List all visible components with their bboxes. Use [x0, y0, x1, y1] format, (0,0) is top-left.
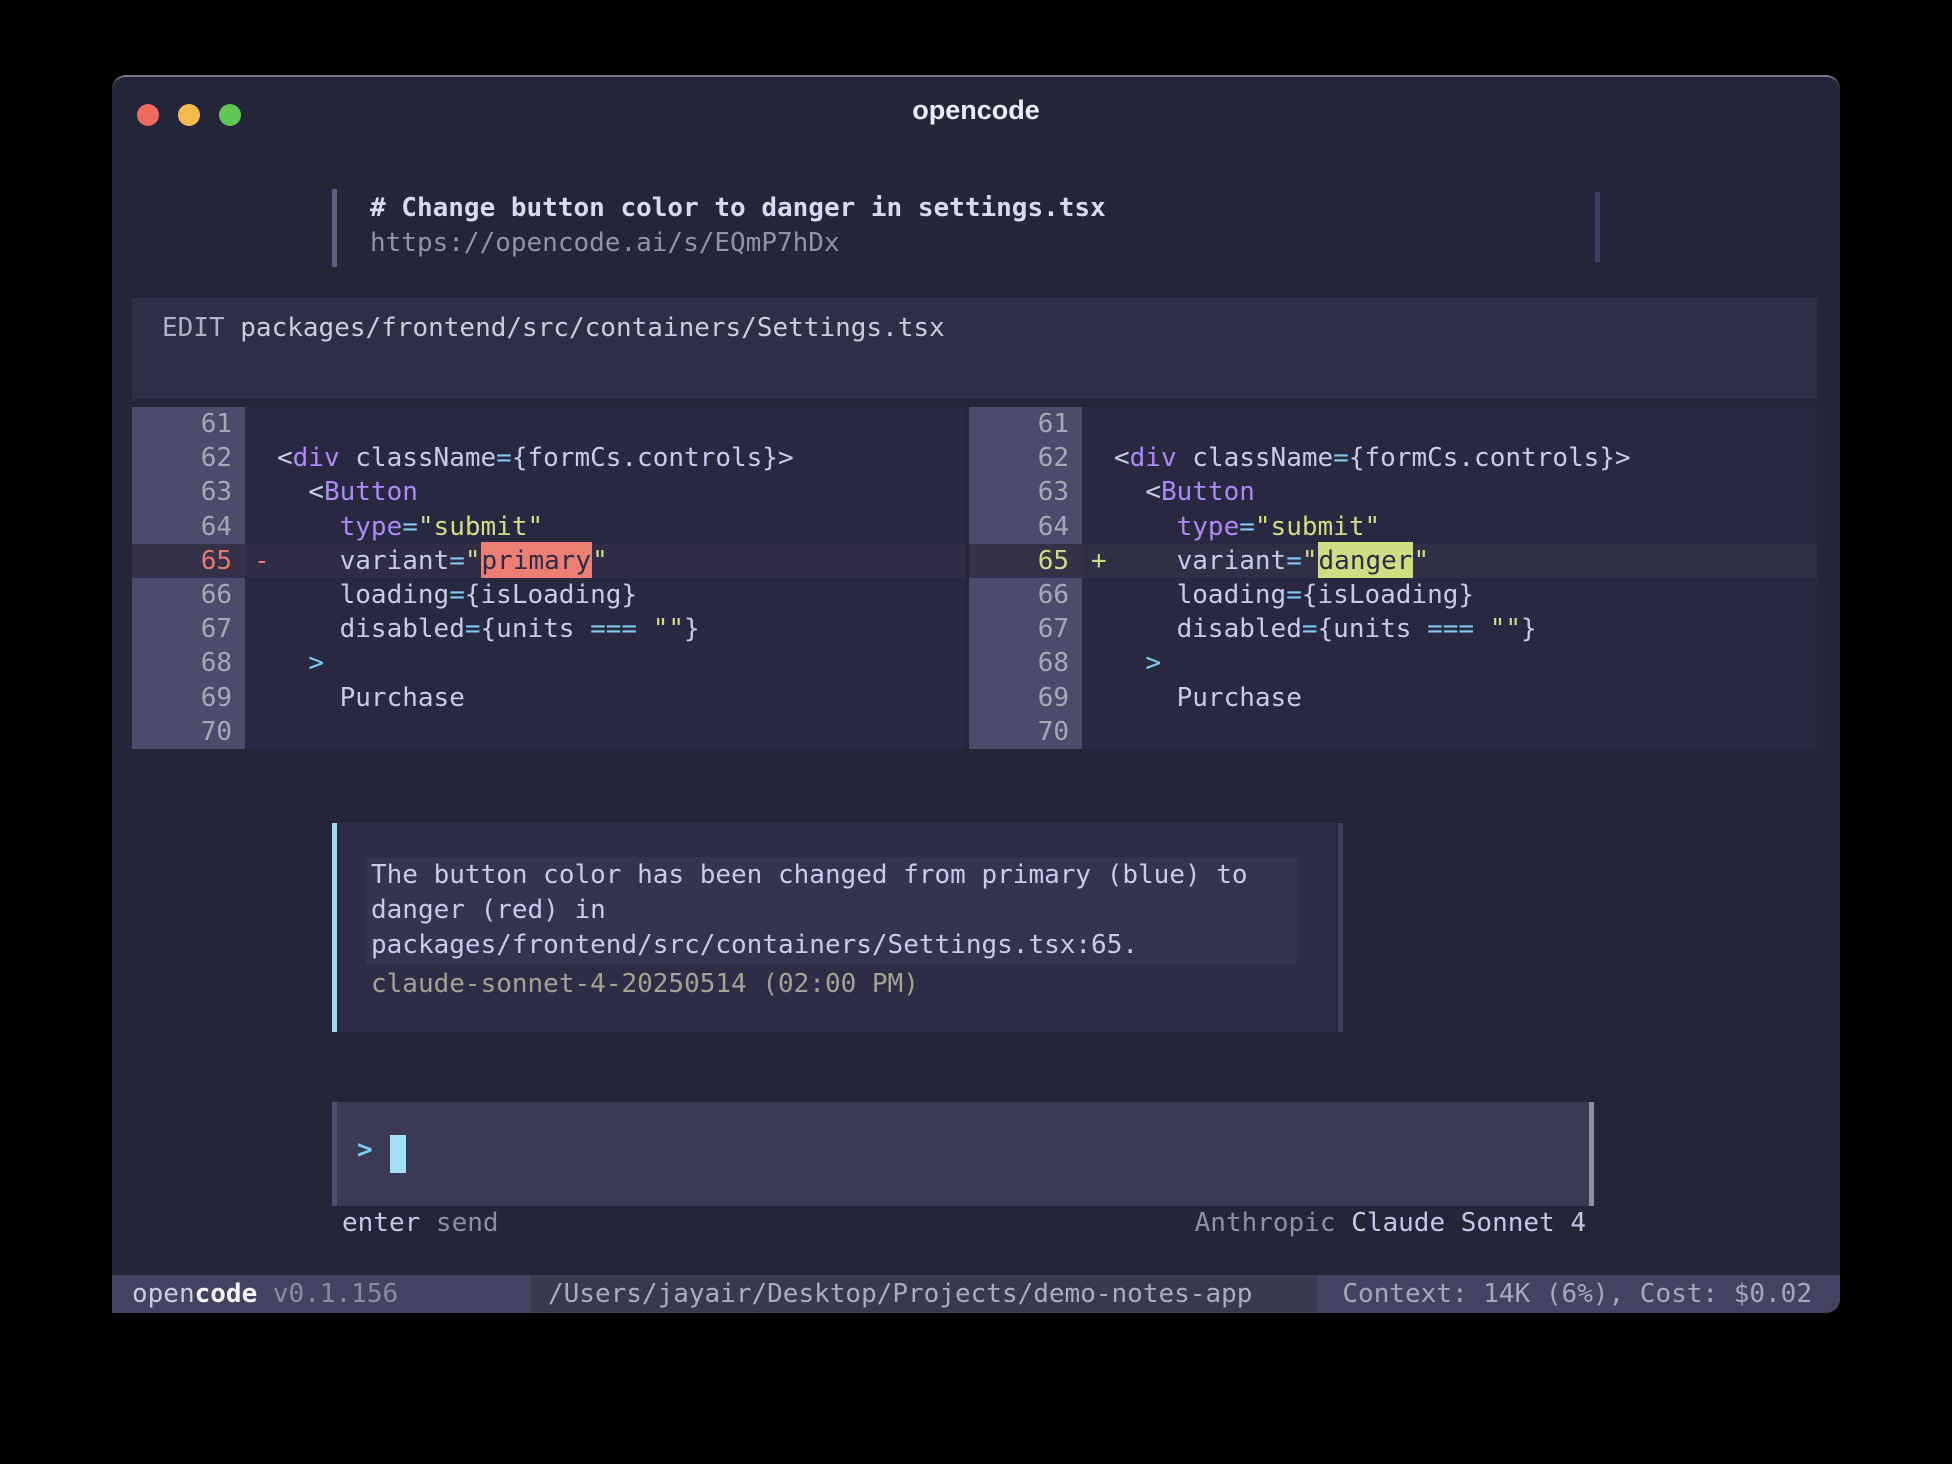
window-title: opencode — [112, 95, 1840, 126]
page-background: opencode # Change button color to danger… — [0, 0, 1952, 1464]
line-number: 64 — [969, 510, 1082, 544]
model-label: Claude Sonnet 4 — [1351, 1208, 1586, 1238]
code-line: <div className={formCs.controls}> — [277, 443, 794, 473]
code-line: disabled={units === ""} — [1114, 614, 1537, 644]
diff-row: 67 disabled={units === ""} — [969, 612, 1817, 646]
code-line: Purchase — [1114, 683, 1302, 713]
user-prompt-title: # Change button color to danger in setti… — [370, 191, 1630, 226]
line-number: 62 — [969, 441, 1082, 475]
diff-row: 65- variant="primary" — [132, 544, 965, 578]
line-number: 69 — [969, 681, 1082, 715]
diff-panel-after: 6162 <div className={formCs.controls}>63 … — [969, 407, 1817, 749]
diff-row: 68 > — [132, 646, 965, 680]
diff-row: 67 disabled={units === ""} — [132, 612, 965, 646]
code-line: > — [1114, 648, 1161, 678]
line-number: 62 — [132, 441, 245, 475]
message-line: packages/frontend/src/containers/Setting… — [371, 928, 1297, 963]
code-line: type="submit" — [1114, 512, 1380, 542]
diff-panel-before: 6162 <div className={formCs.controls}>63 … — [132, 407, 965, 749]
line-number: 69 — [132, 681, 245, 715]
context-cost-segment: Context: 14K (6%), Cost: $0.02 — [1317, 1275, 1840, 1313]
code-line: loading={isLoading} — [1114, 580, 1474, 610]
diff-row: 69 Purchase — [969, 681, 1817, 715]
message-line: The button color has been changed from p… — [371, 858, 1297, 893]
app-version: v0.1.156 — [257, 1279, 398, 1309]
code-line: type="submit" — [277, 512, 543, 542]
code-line: loading={isLoading} — [277, 580, 637, 610]
message-model-meta: claude-sonnet-4-20250514 (02:00 PM) — [371, 967, 919, 1002]
hint-row: enter send Anthropic Claude Sonnet 4 — [112, 1208, 1840, 1246]
line-number: 70 — [132, 715, 245, 749]
enter-key-label: enter — [342, 1208, 420, 1238]
edit-file-path: packages/frontend/src/containers/Setting… — [225, 313, 945, 343]
line-number: 64 — [132, 510, 245, 544]
message-scroll-indicator — [1338, 823, 1343, 1032]
code-line: variant="primary" — [277, 546, 608, 576]
diff-marker: + — [1082, 546, 1114, 576]
diff-row: 63 <Button — [969, 475, 1817, 509]
line-number: 67 — [132, 612, 245, 646]
app-window: opencode # Change button color to danger… — [112, 75, 1840, 1313]
input-scroll-indicator — [1589, 1102, 1594, 1206]
model-indicator: Anthropic Claude Sonnet 4 — [1195, 1208, 1586, 1238]
code-line: disabled={units === ""} — [277, 614, 700, 644]
diff-row: 70 — [132, 715, 965, 749]
text-cursor — [390, 1135, 406, 1173]
diff-row: 61 — [969, 407, 1817, 441]
assistant-message: The button color has been changed from p… — [332, 823, 1337, 1032]
diff-row: 66 loading={isLoading} — [132, 578, 965, 612]
user-prompt-block: # Change button color to danger in setti… — [332, 189, 1630, 267]
line-number: 61 — [132, 407, 245, 441]
line-number: 63 — [969, 475, 1082, 509]
provider-label: Anthropic — [1195, 1208, 1352, 1238]
line-number: 70 — [969, 715, 1082, 749]
line-number: 68 — [969, 646, 1082, 680]
diff-row: 62 <div className={formCs.controls}> — [969, 441, 1817, 475]
line-number: 66 — [969, 578, 1082, 612]
prompt-scroll-indicator — [1595, 192, 1600, 262]
line-number: 65 — [969, 544, 1082, 578]
line-number: 66 — [132, 578, 245, 612]
app-version-segment: opencode v0.1.156 — [112, 1275, 531, 1313]
diff-row: 65+ variant="danger" — [969, 544, 1817, 578]
app-name-bold: code — [195, 1279, 258, 1309]
input-prompt-symbol: > — [357, 1135, 373, 1165]
line-number: 67 — [969, 612, 1082, 646]
assistant-message-text: The button color has been changed from p… — [366, 857, 1297, 964]
diff-row: 64 type="submit" — [969, 510, 1817, 544]
message-line: danger (red) in — [371, 893, 1297, 928]
code-line: <div className={formCs.controls}> — [1114, 443, 1631, 473]
diff-row: 69 Purchase — [132, 681, 965, 715]
share-link[interactable]: https://opencode.ai/s/EQmP7hDx — [370, 226, 840, 261]
diff-row: 68 > — [969, 646, 1817, 680]
status-bar: opencode v0.1.156 /Users/jayair/Desktop/… — [112, 1275, 1840, 1313]
code-line: Purchase — [277, 683, 465, 713]
diff-row: 66 loading={isLoading} — [969, 578, 1817, 612]
code-line: <Button — [277, 477, 418, 507]
titlebar: opencode — [112, 77, 1840, 145]
diff-row: 64 type="submit" — [132, 510, 965, 544]
line-number: 65 — [132, 544, 245, 578]
diff-marker: - — [245, 546, 277, 576]
edit-tool-header: EDIT packages/frontend/src/containers/Se… — [132, 298, 1817, 399]
diff-row: 61 — [132, 407, 965, 441]
edit-label: EDIT — [162, 313, 225, 343]
enter-action-label: send — [420, 1208, 498, 1238]
chat-input[interactable]: > — [332, 1102, 1589, 1206]
diff-row: 70 — [969, 715, 1817, 749]
line-number: 63 — [132, 475, 245, 509]
code-line: <Button — [1114, 477, 1255, 507]
working-directory: /Users/jayair/Desktop/Projects/demo-note… — [548, 1275, 1252, 1313]
line-number: 68 — [132, 646, 245, 680]
app-name-regular: open — [132, 1279, 195, 1309]
diff-row: 62 <div className={formCs.controls}> — [132, 441, 965, 475]
line-number: 61 — [969, 407, 1082, 441]
code-line: > — [277, 648, 324, 678]
code-line: variant="danger" — [1114, 546, 1429, 576]
diff-row: 63 <Button — [132, 475, 965, 509]
enter-hint: enter send — [342, 1208, 499, 1238]
